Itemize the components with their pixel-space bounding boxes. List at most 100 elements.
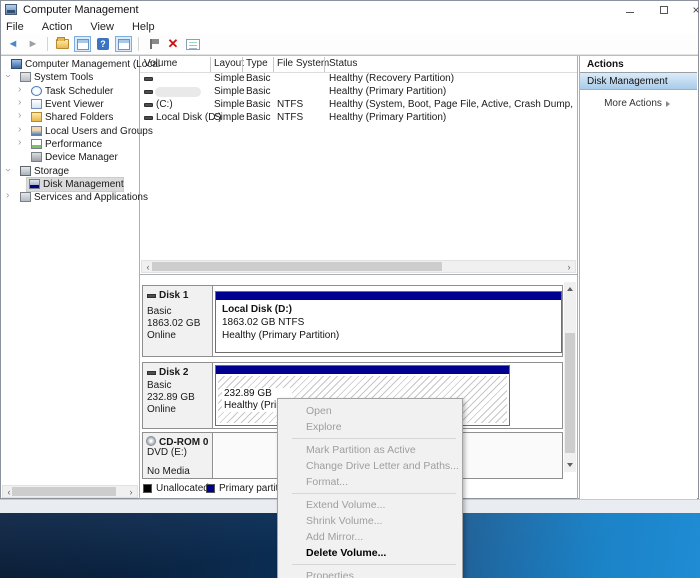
- context-menu-mark-partition-active[interactable]: Mark Partition as Active: [278, 442, 462, 458]
- chevron-right-icon[interactable]: ›: [18, 125, 21, 135]
- pane-splitter[interactable]: [140, 274, 577, 275]
- disk1-partition-d[interactable]: Local Disk (D:) 1863.02 GB NTFS Healthy …: [215, 291, 562, 353]
- column-separator[interactable]: [324, 57, 325, 72]
- menu-separator: [292, 493, 456, 494]
- volume-row-d[interactable]: Local Disk (D:) Simple Basic NTFS Health…: [141, 112, 575, 125]
- chevron-right-icon[interactable]: ›: [18, 98, 21, 108]
- disk1-label[interactable]: Disk 1 Basic 1863.02 GB Online: [143, 286, 213, 356]
- volume-row-recovery[interactable]: Simple Basic Healthy (Recovery Partition…: [141, 73, 575, 86]
- wallpaper-beam: [422, 513, 699, 578]
- close-button[interactable]: ×: [687, 2, 700, 17]
- column-separator[interactable]: [273, 57, 274, 72]
- more-actions-button[interactable]: More Actions: [580, 96, 697, 111]
- menu-separator: [292, 438, 456, 439]
- context-menu-open[interactable]: Open: [278, 403, 462, 419]
- toolbar-separator: [47, 37, 48, 51]
- back-icon[interactable]: ◄: [5, 36, 21, 52]
- actions-header: Actions: [580, 56, 697, 73]
- primary-partition-bar: [216, 292, 561, 300]
- menu-separator: [292, 564, 456, 565]
- system-tools-icon: [20, 72, 31, 82]
- volume-icon: [144, 103, 153, 107]
- scrollbar-thumb[interactable]: [565, 333, 575, 453]
- scroll-right-icon[interactable]: ›: [125, 486, 137, 497]
- menu-action[interactable]: Action: [33, 21, 82, 33]
- device-manager-icon: [31, 152, 42, 162]
- context-menu-properties[interactable]: Properties: [278, 568, 462, 578]
- console-tree-toggle-icon[interactable]: [74, 36, 91, 52]
- context-menu-explore[interactable]: Explore: [278, 419, 462, 435]
- actions-panel-divider[interactable]: [577, 56, 578, 499]
- scroll-up-icon[interactable]: [564, 282, 576, 294]
- tree-item-shared-folders[interactable]: › Shared Folders: [18, 111, 138, 124]
- maximize-button[interactable]: [655, 2, 673, 17]
- performance-icon: [31, 139, 42, 149]
- tree-horizontal-scrollbar[interactable]: ‹ ›: [2, 485, 138, 498]
- help-icon[interactable]: ?: [95, 36, 111, 52]
- volume-row-c[interactable]: (C:) Simple Basic NTFS Healthy (System, …: [141, 99, 575, 112]
- volume-row-redacted[interactable]: Simple Basic Healthy (Primary Partition): [141, 86, 575, 99]
- column-header-type[interactable]: Type: [246, 58, 268, 69]
- event-viewer-icon: [31, 99, 42, 109]
- tree-item-device-manager[interactable]: Device Manager: [31, 151, 138, 164]
- disk-pane-vertical-scrollbar[interactable]: [564, 282, 576, 472]
- pointer-flag-icon[interactable]: [145, 36, 161, 52]
- tree-panel-divider[interactable]: [139, 56, 140, 499]
- tree-item-local-users-and-groups[interactable]: › Local Users and Groups: [18, 125, 138, 138]
- chevron-right-icon[interactable]: ›: [6, 191, 9, 201]
- volume-list-horizontal-scrollbar[interactable]: ‹ ›: [141, 260, 576, 273]
- disk1-row: Disk 1 Basic 1863.02 GB Online Local Dis…: [142, 285, 563, 357]
- legend-unallocated-label: Unallocated: [156, 483, 209, 494]
- chevron-down-icon[interactable]: ›: [3, 74, 13, 77]
- chevron-right-icon[interactable]: ›: [18, 111, 21, 121]
- delete-icon[interactable]: ✕: [165, 36, 181, 52]
- context-menu-shrink-volume[interactable]: Shrink Volume...: [278, 513, 462, 529]
- tree-item-system-tools[interactable]: › System Tools: [6, 71, 136, 84]
- title-bar[interactable]: Computer Management ×: [1, 1, 698, 19]
- disk2-label[interactable]: Disk 2 Basic 232.89 GB Online: [143, 363, 213, 428]
- disk-icon: [147, 294, 156, 298]
- menu-file[interactable]: File: [1, 21, 33, 33]
- cd-rom-icon: [146, 436, 156, 446]
- context-menu-change-drive-letter[interactable]: Change Drive Letter and Paths...: [278, 458, 462, 474]
- properties-list-icon[interactable]: [185, 36, 201, 52]
- tree-item-task-scheduler[interactable]: › Task Scheduler: [18, 85, 138, 98]
- forward-icon[interactable]: ►: [25, 36, 41, 52]
- context-menu-add-mirror[interactable]: Add Mirror...: [278, 529, 462, 545]
- scrollbar-thumb[interactable]: [12, 487, 116, 496]
- legend-unallocated-swatch: [143, 484, 152, 493]
- column-separator[interactable]: [210, 57, 211, 72]
- column-header-volume[interactable]: Volume: [144, 58, 177, 69]
- tree-item-storage[interactable]: › Storage: [6, 165, 136, 178]
- actions-panel: Actions Disk Management More Actions: [579, 56, 697, 499]
- scroll-down-icon[interactable]: [564, 459, 576, 471]
- chevron-down-icon[interactable]: ›: [3, 168, 13, 171]
- context-menu-extend-volume[interactable]: Extend Volume...: [278, 497, 462, 513]
- up-folder-icon[interactable]: [54, 36, 70, 52]
- tree-item-event-viewer[interactable]: › Event Viewer: [18, 98, 138, 111]
- tree-item-performance[interactable]: › Performance: [18, 138, 138, 151]
- column-header-layout[interactable]: Layout: [214, 58, 244, 69]
- action-pane-toggle-icon[interactable]: [115, 36, 132, 52]
- menu-view[interactable]: View: [81, 21, 123, 33]
- context-menu-format[interactable]: Format...: [278, 474, 462, 490]
- column-header-file-system[interactable]: File System: [277, 58, 329, 69]
- chevron-right-icon[interactable]: ›: [18, 138, 21, 148]
- scroll-right-icon[interactable]: ›: [563, 261, 575, 272]
- partition-context-menu: Open Explore Mark Partition as Active Ch…: [277, 398, 463, 578]
- services-icon: [20, 192, 31, 202]
- volume-icon: [144, 90, 153, 94]
- minimize-button[interactable]: [621, 2, 639, 17]
- chevron-right-icon[interactable]: ›: [18, 85, 21, 95]
- task-scheduler-icon: [31, 86, 42, 96]
- context-menu-delete-volume[interactable]: Delete Volume...: [278, 545, 462, 561]
- menu-help[interactable]: Help: [123, 21, 164, 33]
- actions-disk-management-item[interactable]: Disk Management: [580, 73, 697, 90]
- cdrom-label[interactable]: CD-ROM 0 DVD (E:) No Media: [143, 433, 213, 478]
- column-separator[interactable]: [242, 57, 243, 72]
- tree-item-computer-management[interactable]: Computer Management (Local: [11, 58, 139, 71]
- scrollbar-thumb[interactable]: [152, 262, 442, 271]
- column-header-status[interactable]: Status: [329, 58, 357, 69]
- tree-item-services-and-applications[interactable]: › Services and Applications: [6, 191, 138, 204]
- tree-item-disk-management[interactable]: Disk Management: [27, 178, 123, 191]
